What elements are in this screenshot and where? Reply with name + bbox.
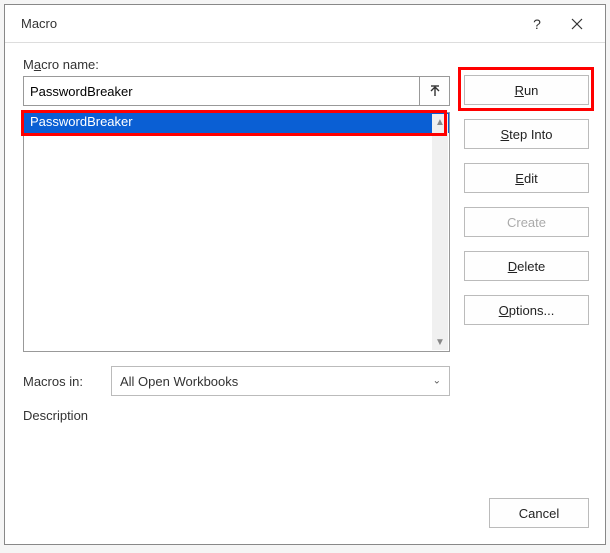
macro-name-row <box>23 76 450 106</box>
left-column: Macro name: PasswordBreaker ▲ ▼ <box>23 57 450 484</box>
close-button[interactable] <box>557 8 597 40</box>
macros-in-select[interactable]: All Open Workbooks ⌄ <box>111 366 450 396</box>
run-button[interactable]: Run <box>464 75 589 105</box>
edit-button[interactable]: Edit <box>464 163 589 193</box>
macros-in-label: Macros in: <box>23 374 101 389</box>
macro-list[interactable]: PasswordBreaker ▲ ▼ <box>23 112 450 352</box>
help-button[interactable]: ? <box>517 8 557 40</box>
arrow-up-icon <box>429 85 441 97</box>
description-label: Description <box>23 408 450 423</box>
dialog-content: Macro name: PasswordBreaker ▲ ▼ <box>5 43 605 498</box>
delete-button[interactable]: Delete <box>464 251 589 281</box>
scroll-up-icon[interactable]: ▲ <box>432 114 448 130</box>
dialog-footer: Cancel <box>5 498 605 544</box>
list-item[interactable]: PasswordBreaker <box>24 113 449 133</box>
macros-in-row: Macros in: All Open Workbooks ⌄ <box>23 366 450 396</box>
step-into-button[interactable]: Step Into <box>464 119 589 149</box>
options-button[interactable]: Options... <box>464 295 589 325</box>
scroll-down-icon[interactable]: ▼ <box>432 334 448 350</box>
titlebar: Macro ? <box>5 5 605 43</box>
chevron-down-icon: ⌄ <box>433 376 441 387</box>
close-icon <box>571 18 583 30</box>
macro-list-wrap: PasswordBreaker ▲ ▼ <box>23 112 450 352</box>
macro-name-label: Macro name: <box>23 57 450 72</box>
macros-in-value: All Open Workbooks <box>120 374 238 389</box>
macro-dialog: Macro ? Macro name: PasswordBreaker ▲ <box>4 4 606 545</box>
macro-name-input[interactable] <box>23 76 420 106</box>
dialog-title: Macro <box>21 16 517 31</box>
create-button: Create <box>464 207 589 237</box>
cancel-button[interactable]: Cancel <box>489 498 589 528</box>
scrollbar[interactable]: ▲ ▼ <box>432 114 448 350</box>
right-column: Run Step Into Edit Create Delete Options… <box>464 57 589 484</box>
assign-up-button[interactable] <box>420 76 450 106</box>
